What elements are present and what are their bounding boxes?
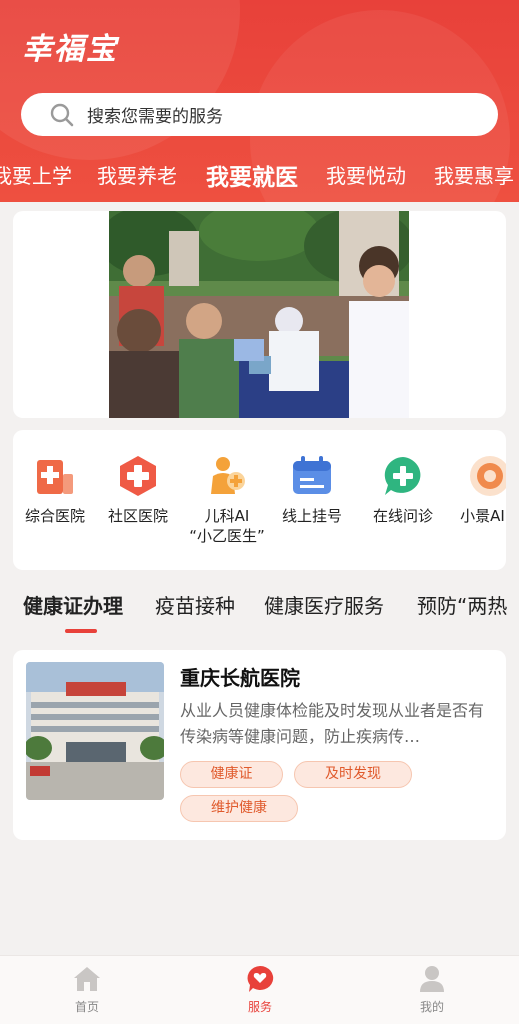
category-tabs: 我要上学 我要养老 我要就医 我要悦动 我要惠享 — [0, 150, 519, 196]
service-pediatric-ai[interactable]: 儿科AI “小乙医生” — [182, 454, 272, 546]
tab-medical-services[interactable]: 健康医疗服务 — [264, 590, 384, 619]
calendar-icon — [293, 456, 331, 494]
tab-school[interactable]: 我要上学 — [0, 160, 72, 189]
hospital-description: 从业人员健康体检能及时发现从业者是否有传染病等健康问题，防止疾病传… — [180, 701, 485, 746]
app-title: 幸福宝 — [22, 32, 118, 67]
section-tabs: 健康证办理 疫苗接种 健康医疗服务 预防“两热 — [0, 588, 519, 638]
medical-cross-icon — [120, 456, 156, 496]
service-label: 综合医院 — [24, 507, 85, 525]
tab-prevention[interactable]: 预防“两热 — [417, 590, 507, 619]
bottom-nav: 首页 服务 我的 — [0, 955, 519, 1024]
service-general-hospital[interactable]: 综合医院 — [13, 454, 100, 526]
tab-elderly-care[interactable]: 我要养老 — [97, 160, 177, 189]
banner-image — [109, 211, 409, 418]
nav-label: 服务 — [247, 1000, 272, 1014]
active-tab-indicator — [65, 629, 97, 633]
nav-label: 首页 — [74, 1000, 99, 1014]
service-xiaojing-ai[interactable]: 小景AI医 — [445, 454, 506, 526]
nav-home[interactable]: 首页 — [47, 964, 127, 1015]
banner-card[interactable] — [13, 211, 506, 418]
search-bar[interactable]: 搜索您需要的服务 — [21, 93, 498, 136]
header: 幸福宝 搜索您需要的服务 我要上学 我要养老 我要就医 我要悦动 我要惠享 — [0, 0, 519, 202]
hospital-photo — [26, 662, 164, 800]
service-label: 儿科AI — [204, 507, 250, 525]
service-chat-icon — [247, 965, 274, 992]
hospital-name: 重庆长航医院 — [180, 666, 300, 690]
ai-badge-icon — [470, 456, 506, 496]
nav-services[interactable]: 服务 — [220, 964, 300, 1015]
home-icon — [74, 967, 100, 991]
service-label: 社区医院 — [107, 507, 168, 525]
tab-sports[interactable]: 我要悦动 — [326, 160, 406, 189]
nav-profile[interactable]: 我的 — [392, 964, 472, 1015]
service-label: 小景AI医 — [460, 507, 506, 525]
service-label: 线上挂号 — [281, 507, 342, 525]
service-online-consultation[interactable]: 在线问诊 — [358, 454, 448, 526]
chat-plus-icon — [384, 457, 421, 495]
hospital-building-icon — [37, 460, 73, 494]
tab-vaccination[interactable]: 疫苗接种 — [155, 590, 235, 619]
search-placeholder: 搜索您需要的服务 — [87, 107, 223, 127]
tag-maintain-health: 维护健康 — [180, 795, 298, 822]
tab-health-certificate[interactable]: 健康证办理 — [23, 590, 123, 619]
service-online-registration[interactable]: 线上挂号 — [267, 454, 357, 526]
service-label: 在线问诊 — [372, 507, 433, 525]
tab-benefits[interactable]: 我要惠享 — [434, 160, 514, 189]
service-sublabel: “小乙医生” — [189, 527, 265, 545]
user-icon — [420, 966, 444, 992]
hospital-card[interactable]: 重庆长航医院 从业人员健康体检能及时发现从业者是否有传染病等健康问题，防止疾病传… — [13, 650, 506, 840]
tag-early-detection: 及时发现 — [294, 761, 412, 788]
service-community-hospital[interactable]: 社区医院 — [93, 454, 183, 526]
nav-label: 我的 — [419, 1000, 444, 1014]
services-grid: 综合医院 社区医院 儿科AI “小乙医生” 线上挂号 在线问诊 小景AI — [13, 430, 506, 570]
tag-health-certificate: 健康证 — [180, 761, 283, 788]
pediatric-doctor-icon — [211, 457, 245, 494]
search-icon — [50, 103, 74, 126]
tab-medical[interactable]: 我要就医 — [206, 158, 298, 192]
